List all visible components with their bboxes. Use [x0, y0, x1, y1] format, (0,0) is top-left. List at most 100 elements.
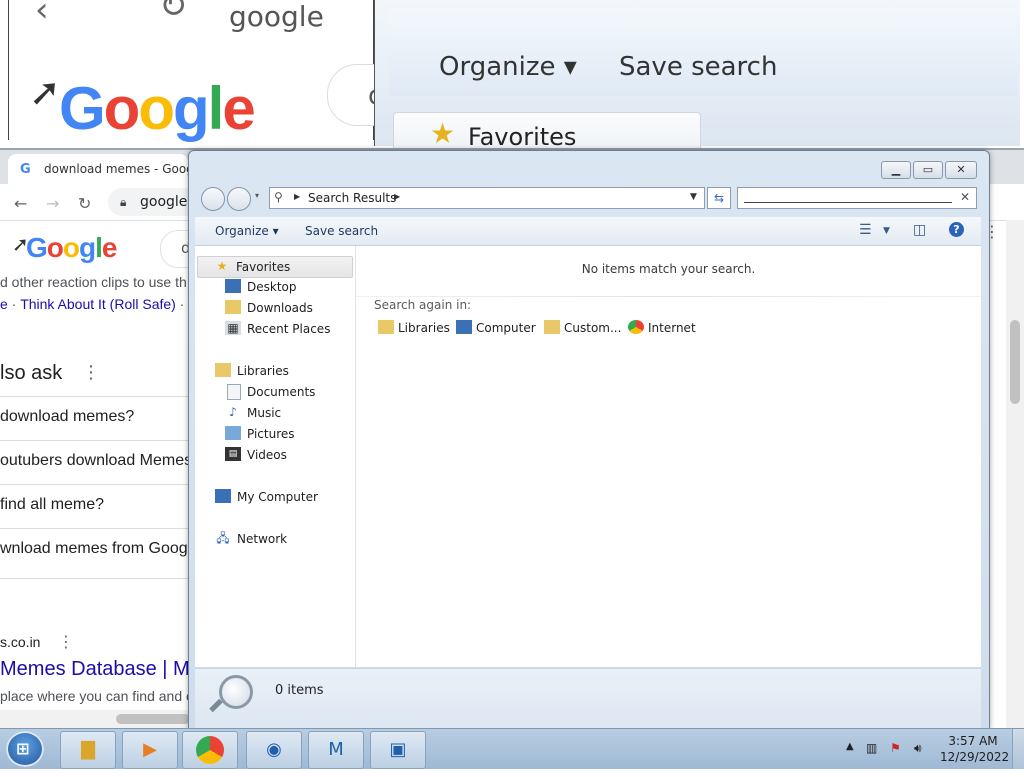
videos-icon: ▤ [225, 447, 241, 461]
maximize-button[interactable]: ▭ [913, 161, 943, 179]
save-search-button[interactable]: Save search [305, 224, 378, 238]
navigation-pane: ★ Favorites Desktop Downloads ▦ Recent P… [195, 246, 356, 667]
result-title-link[interactable]: Memes Database | Me [0, 658, 201, 681]
nav-label: Downloads [247, 301, 313, 315]
search-again-label: Search again in: [374, 298, 472, 312]
horizontal-scrollbar[interactable] [0, 710, 190, 728]
network-icon: 🖧︎ [216, 531, 230, 545]
result-site: s.co.in [0, 634, 41, 650]
scrollbar-thumb[interactable] [116, 714, 190, 724]
divider [0, 440, 190, 441]
pictures-icon [225, 426, 241, 440]
media-player-icon: ▶ [143, 739, 157, 760]
address-dropdown-icon[interactable]: ▼ [690, 192, 697, 202]
music-icon: ♪ [229, 405, 237, 419]
search-again-libraries[interactable]: Libraries [378, 320, 450, 335]
libraries-icon [215, 363, 231, 377]
breadcrumb-arrow-icon[interactable]: ▶ [294, 192, 300, 201]
search-input[interactable]: ✕ [737, 187, 977, 209]
minimize-button[interactable]: ▁ [881, 161, 911, 179]
start-button[interactable]: ⊞ [6, 731, 44, 767]
nav-label: Pictures [247, 427, 295, 441]
lock-icon: 🔒︎ [120, 195, 127, 209]
network-computer-icon: ▣ [389, 739, 407, 760]
magnifier-icon [219, 675, 253, 709]
navigation-row: ▾ ⚲ ▶ Search Results ▶ ▼ ⇆ ✕ [189, 183, 987, 213]
star-icon: ★ [216, 259, 228, 273]
paa-question[interactable]: wnload memes from Goog [0, 540, 188, 558]
taskbar-app-3[interactable]: ▣ [370, 731, 426, 769]
link-separator: · [179, 296, 185, 312]
taskbar-media-player[interactable]: ▶ [122, 731, 178, 769]
file-list-area[interactable]: No items match your search. Search again… [356, 246, 981, 667]
preview-pane-icon[interactable]: ◫ [913, 222, 926, 238]
chrome-icon [196, 736, 224, 764]
paa-question[interactable]: find all meme? [0, 496, 104, 514]
google-logo[interactable]: Google [26, 232, 117, 264]
divider [0, 578, 190, 579]
breadcrumb-search-results[interactable]: Search Results [308, 191, 396, 205]
paa-question[interactable]: download memes? [0, 408, 134, 426]
network-tray-icon[interactable]: ▥ [866, 741, 877, 755]
magnified-url: google [229, 0, 324, 33]
clear-search-icon[interactable]: ✕ [960, 190, 970, 204]
clock-date: 12/29/2022 [940, 750, 1010, 764]
search-caret-line [744, 202, 952, 203]
change-view-icon[interactable]: ☰ [859, 222, 872, 238]
command-bar: Organize ▾ Save search ☰ ▼ ◫ ? [195, 217, 981, 246]
vertical-scrollbar[interactable] [1006, 220, 1024, 728]
chrome-tab[interactable]: G download memes - Google [8, 154, 205, 184]
volume-icon[interactable]: 🔊︎ [914, 741, 922, 756]
libraries-icon [378, 320, 394, 334]
magnified-organize: Organize ▾ [439, 52, 577, 82]
scrollbar-thumb[interactable] [1010, 320, 1020, 404]
forward-arrow-icon[interactable]: → [46, 194, 59, 213]
system-clock[interactable]: 3:57 AM 12/29/2022 [940, 733, 1010, 765]
show-desktop-button[interactable] [1012, 729, 1024, 769]
reload-icon[interactable]: ↻ [78, 194, 91, 213]
windows-logo-icon: ⊞ [16, 739, 30, 758]
action-center-icon[interactable]: ⚑ [890, 741, 901, 755]
forward-button[interactable] [227, 187, 251, 211]
view-options-arrow-icon[interactable]: ▼ [883, 226, 890, 236]
nav-label: Music [247, 406, 282, 420]
refresh-button[interactable]: ⇆ [707, 187, 731, 209]
organize-button[interactable]: Organize ▾ [215, 224, 279, 238]
related-link-prefix[interactable]: e [0, 296, 8, 312]
no-items-message: No items match your search. [581, 262, 756, 276]
taskbar-explorer[interactable]: ▇ [60, 731, 116, 769]
taskbar-app[interactable]: ◉ [246, 731, 302, 769]
magnifier-left-pane: ‹ ↻ google ➚ Google d [8, 0, 409, 142]
search-again-internet[interactable]: Internet [628, 320, 696, 335]
show-hidden-icons[interactable]: ▲ [846, 741, 854, 752]
people-also-ask-heading: lso ask [0, 362, 63, 384]
globe-icon: ◉ [266, 739, 282, 760]
taskbar-app-2[interactable]: M [308, 731, 364, 769]
magnified-favorites: ★ Favorites [393, 112, 701, 148]
address-bar[interactable]: ⚲ ▶ Search Results ▶ ▼ [269, 187, 705, 209]
item-count: 0 items [275, 683, 324, 698]
reload-icon: ↻ [159, 0, 188, 26]
snippet-text: d other reaction clips to use th [0, 274, 187, 290]
back-button[interactable] [201, 187, 225, 211]
search-again-custom[interactable]: Custom... [544, 320, 621, 335]
divider [0, 528, 190, 529]
close-button[interactable]: ✕ [945, 161, 977, 179]
search-again-computer[interactable]: Computer [456, 320, 536, 335]
documents-icon [227, 384, 241, 400]
more-options-icon[interactable]: ⋮ [82, 362, 100, 383]
divider [0, 396, 190, 397]
taskbar-chrome[interactable] [182, 731, 238, 769]
nav-favorites[interactable]: ★ Favorites [197, 256, 353, 278]
nav-label: Documents [247, 385, 316, 399]
breadcrumb-arrow-icon[interactable]: ▶ [394, 192, 400, 201]
related-link[interactable]: Think About It (Roll Safe) [20, 296, 176, 312]
nav-label: Libraries [237, 364, 289, 378]
chrome-icon [628, 320, 644, 334]
help-icon[interactable]: ? [949, 222, 964, 237]
paa-question[interactable]: outubers download Memes [0, 452, 192, 470]
back-arrow-icon[interactable]: ← [14, 194, 27, 213]
more-options-icon[interactable]: ⋮ [58, 632, 74, 651]
nav-label: Desktop [247, 280, 297, 294]
recent-pages-arrow-icon[interactable]: ▾ [255, 191, 259, 200]
